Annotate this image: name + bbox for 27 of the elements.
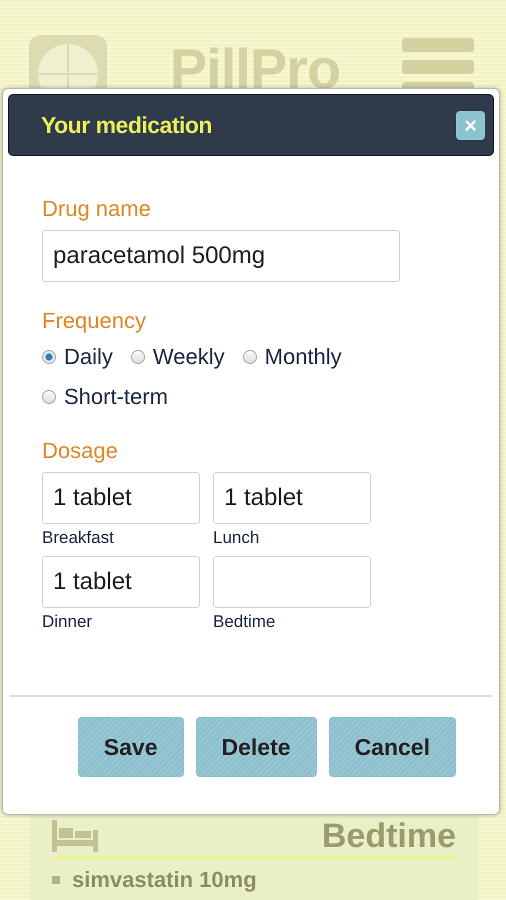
- dialog-button[interactable]: Delete: [196, 717, 317, 777]
- radio-icon[interactable]: [42, 350, 56, 364]
- dosage-label: Dinner: [42, 612, 94, 632]
- dialog-title: Your medication: [41, 112, 212, 138]
- dosage-field[interactable]: 1 tablet: [213, 472, 371, 524]
- radio-icon[interactable]: [130, 350, 145, 364]
- frequency-option[interactable]: Daily: [42, 342, 113, 372]
- field-label: Frequency: [42, 308, 147, 334]
- dialog-button[interactable]: Save: [78, 717, 184, 777]
- drug-name-field[interactable]: paracetamol 500mg: [42, 230, 400, 282]
- bullet-icon: [52, 876, 60, 884]
- dosage-label: Breakfast: [42, 528, 115, 548]
- dosage-field[interactable]: [213, 556, 371, 608]
- frequency-option[interactable]: Monthly: [242, 342, 342, 372]
- field-label: Dosage: [42, 438, 119, 464]
- frequency-option[interactable]: Short-term: [42, 382, 168, 412]
- field-label: Drug name: [42, 196, 152, 222]
- bed-icon: [52, 820, 98, 852]
- dosage-field[interactable]: 1 tablet: [42, 472, 200, 524]
- card-title: Bedtime: [322, 817, 456, 855]
- radio-icon[interactable]: [42, 390, 56, 404]
- dosage-label: Bedtime: [213, 612, 276, 632]
- dosage-field[interactable]: 1 tablet: [42, 556, 200, 608]
- dialog-button[interactable]: Cancel: [328, 717, 456, 777]
- radio-icon[interactable]: [242, 350, 257, 364]
- dosage-label: Lunch: [213, 528, 260, 548]
- frequency-option[interactable]: Weekly: [130, 342, 225, 372]
